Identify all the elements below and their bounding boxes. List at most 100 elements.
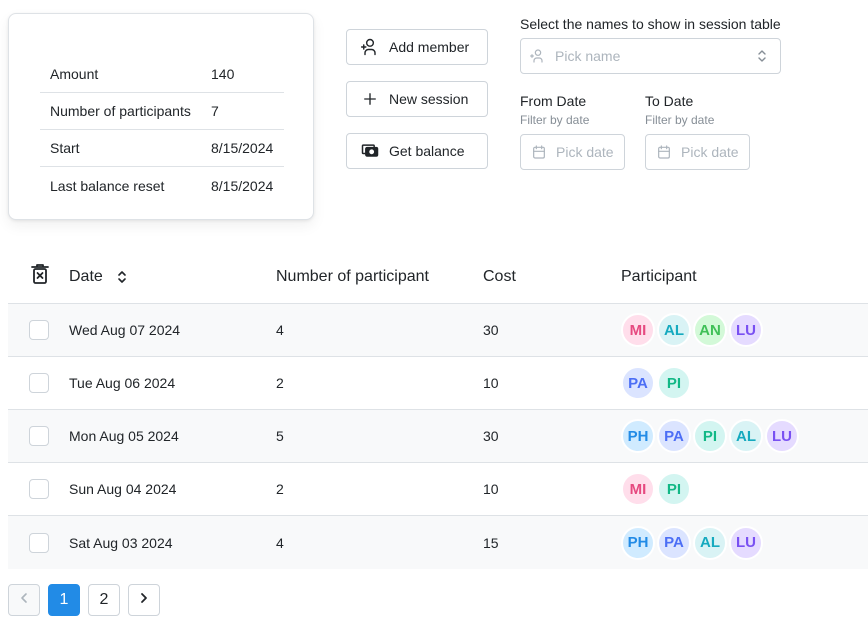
row-date: Mon Aug 05 2024	[69, 428, 179, 444]
avatar: PI	[657, 472, 691, 506]
participant-header: Participant	[621, 267, 697, 285]
row-count: 2	[276, 481, 284, 497]
table-header: Date Number of participant Cost Particip…	[8, 250, 868, 304]
summary-value: 140	[211, 66, 235, 82]
sessions-table: Date Number of participant Cost Particip…	[8, 250, 868, 569]
new-session-label: New session	[389, 91, 469, 107]
user-icon	[530, 48, 546, 64]
summary-row-last-reset: Last balance reset 8/15/2024	[40, 167, 284, 204]
row-date: Wed Aug 07 2024	[69, 322, 181, 338]
row-count: 5	[276, 428, 284, 444]
selector-chevron-icon	[756, 49, 768, 66]
table-row[interactable]: Sun Aug 04 2024 2 10 MI PI	[8, 463, 868, 516]
to-date-input[interactable]: Pick date	[645, 134, 750, 170]
row-cost: 30	[483, 322, 499, 338]
chevron-right-icon	[139, 591, 149, 609]
page-button-1[interactable]: 1	[48, 584, 80, 616]
next-page-button[interactable]	[128, 584, 160, 616]
row-count: 2	[276, 375, 284, 391]
row-checkbox[interactable]	[28, 479, 49, 499]
row-date: Sun Aug 04 2024	[69, 481, 177, 497]
summary-table: Amount 140 Number of participants 7 Star…	[40, 56, 284, 204]
row-cost: 30	[483, 428, 499, 444]
calendar-icon	[656, 144, 672, 160]
from-date-placeholder: Pick date	[556, 144, 614, 160]
table-row[interactable]: Tue Aug 06 2024 2 10 PA PI	[8, 357, 868, 410]
avatar: PA	[657, 419, 691, 453]
names-select-placeholder: Pick name	[555, 48, 621, 64]
summary-value: 8/15/2024	[211, 140, 274, 156]
table-row[interactable]: Mon Aug 05 2024 5 30 PH PA PI AL LU	[8, 410, 868, 463]
row-date: Tue Aug 06 2024	[69, 375, 176, 391]
from-date-label: From Date	[520, 93, 587, 109]
new-session-button[interactable]: New session	[346, 81, 488, 117]
chevron-left-icon	[19, 591, 29, 609]
summary-label: Number of participants	[50, 103, 191, 119]
date-header[interactable]: Date	[69, 268, 276, 286]
row-checkbox[interactable]	[28, 426, 49, 446]
sort-icon[interactable]	[117, 270, 127, 284]
date-header-label: Date	[69, 267, 103, 285]
summary-label: Last balance reset	[50, 177, 165, 194]
row-date: Sat Aug 03 2024	[69, 534, 173, 551]
names-filter-label: Select the names to show in session tabl…	[520, 16, 781, 32]
trash-icon	[30, 263, 50, 290]
summary-row-participants: Number of participants 7	[40, 93, 284, 130]
summary-value: 7	[211, 103, 219, 119]
get-balance-button[interactable]: Get balance	[346, 133, 488, 169]
cost-header: Cost	[483, 267, 516, 285]
avatar-group: PH PA PI AL LU	[621, 419, 868, 453]
from-date-input[interactable]: Pick date	[520, 134, 625, 170]
avatar: AL	[657, 313, 691, 347]
page-button-2[interactable]: 2	[88, 584, 120, 616]
row-cost: 10	[483, 375, 499, 391]
names-select[interactable]: Pick name	[520, 38, 781, 74]
avatar-group: PA PI	[621, 366, 868, 400]
avatar-group: MI AL AN LU	[621, 313, 868, 347]
row-count: 4	[276, 534, 284, 551]
user-plus-icon	[360, 37, 380, 57]
row-cost: 15	[483, 534, 499, 551]
previous-page-button[interactable]	[8, 584, 40, 616]
avatar: PH	[621, 525, 655, 560]
avatar: AL	[693, 525, 727, 560]
avatar: LU	[765, 419, 799, 453]
to-date-label: To Date	[645, 93, 694, 109]
row-count: 4	[276, 322, 284, 338]
add-member-label: Add member	[389, 39, 470, 55]
avatar: AL	[729, 419, 763, 453]
avatar-group: PH PA AL LU	[621, 525, 868, 560]
summary-label: Start	[50, 140, 80, 156]
row-checkbox[interactable]	[28, 320, 49, 340]
avatar: PA	[657, 525, 691, 560]
add-member-button[interactable]: Add member	[346, 29, 488, 65]
row-cost: 10	[483, 481, 499, 497]
pagination: 1 2	[8, 584, 168, 616]
plus-icon	[360, 89, 380, 109]
avatar: LU	[729, 525, 763, 560]
summary-row-amount: Amount 140	[40, 56, 284, 93]
from-date-description: Filter by date	[520, 113, 590, 127]
to-date-placeholder: Pick date	[681, 144, 739, 160]
avatar: PI	[657, 366, 691, 400]
table-row[interactable]: Wed Aug 07 2024 4 30 MI AL AN LU	[8, 304, 868, 357]
avatar: LU	[729, 313, 763, 347]
summary-label: Amount	[50, 66, 99, 82]
avatar: PA	[621, 366, 655, 400]
summary-card: Amount 140 Number of participants 7 Star…	[8, 13, 314, 220]
avatar: MI	[621, 313, 655, 347]
summary-row-start: Start 8/15/2024	[40, 130, 284, 167]
table-row[interactable]: Sat Aug 03 2024 4 15 PH PA AL LU	[8, 516, 868, 569]
avatar: MI	[621, 472, 655, 506]
summary-value: 8/15/2024	[211, 177, 274, 194]
avatar: PI	[693, 419, 727, 453]
calendar-icon	[531, 144, 547, 160]
delete-selected-button[interactable]	[8, 263, 69, 290]
cash-icon	[360, 141, 380, 161]
row-checkbox[interactable]	[28, 532, 49, 553]
row-checkbox[interactable]	[28, 373, 49, 393]
avatar: AN	[693, 313, 727, 347]
get-balance-label: Get balance	[389, 143, 465, 159]
to-date-description: Filter by date	[645, 113, 715, 127]
avatar: PH	[621, 419, 655, 453]
